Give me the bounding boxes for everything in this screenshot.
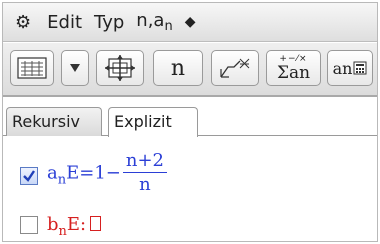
n-button[interactable]: n bbox=[153, 50, 203, 86]
formula-a-eq: E=1− bbox=[66, 162, 121, 184]
menu-sequence-sub: n bbox=[164, 19, 173, 34]
chevron-down-icon bbox=[70, 64, 80, 72]
an-calc-button[interactable]: an bbox=[327, 50, 373, 86]
empty-expression-box bbox=[90, 216, 102, 231]
checkmark-icon bbox=[23, 170, 35, 182]
menu-bar: ⚙ Edit Typ n,an ◆ bbox=[3, 3, 377, 42]
dropdown-button[interactable] bbox=[61, 50, 89, 86]
sum-button[interactable]: +−⁄× Σan bbox=[266, 50, 321, 86]
toolbar: n +−⁄× Σan an bbox=[3, 43, 377, 97]
formula-b-eq: E: bbox=[66, 214, 87, 235]
calculator-icon bbox=[353, 61, 367, 75]
view-window-button[interactable] bbox=[96, 50, 144, 86]
formula-a-numerator: n+2 bbox=[122, 150, 168, 173]
formula-row-b: bnE: bbox=[3, 212, 377, 242]
graph-button[interactable] bbox=[211, 50, 259, 86]
menu-typ[interactable]: Typ bbox=[88, 12, 130, 33]
menu-edit[interactable]: Edit bbox=[41, 12, 88, 33]
menu-sequence[interactable]: n,an bbox=[130, 10, 178, 34]
formula-a[interactable]: anE=1− n+2 n bbox=[47, 150, 168, 197]
tab-explizit[interactable]: Explizit bbox=[108, 107, 198, 137]
tab-rekursiv[interactable]: Rekursiv bbox=[6, 107, 102, 136]
sum-label: Σan bbox=[276, 63, 311, 83]
gear-icon[interactable]: ⚙ bbox=[3, 12, 41, 33]
formula-a-fraction: n+2 n bbox=[122, 150, 168, 197]
view-window-icon bbox=[105, 55, 135, 81]
formula-b-sub: n bbox=[58, 224, 67, 239]
formula-a-sub: n bbox=[57, 172, 67, 188]
formula-a-checkbox[interactable] bbox=[20, 167, 38, 185]
formula-a-name: a bbox=[47, 162, 58, 184]
menu-sequence-label: n,a bbox=[136, 10, 165, 31]
formula-b-checkbox[interactable] bbox=[20, 216, 38, 234]
diamond-menu-icon[interactable]: ◆ bbox=[179, 14, 202, 30]
formula-b[interactable]: bnE: bbox=[47, 214, 102, 239]
table-view-button[interactable] bbox=[10, 50, 54, 86]
formula-a-denominator: n bbox=[139, 174, 151, 195]
graph-icon bbox=[220, 58, 250, 78]
formula-b-name: b bbox=[47, 214, 59, 235]
tab-bar: Rekursiv Explizit bbox=[3, 97, 377, 137]
formula-row-a: anE=1− n+2 n bbox=[3, 148, 377, 210]
table-icon bbox=[17, 57, 47, 79]
an-label: an bbox=[332, 58, 353, 78]
